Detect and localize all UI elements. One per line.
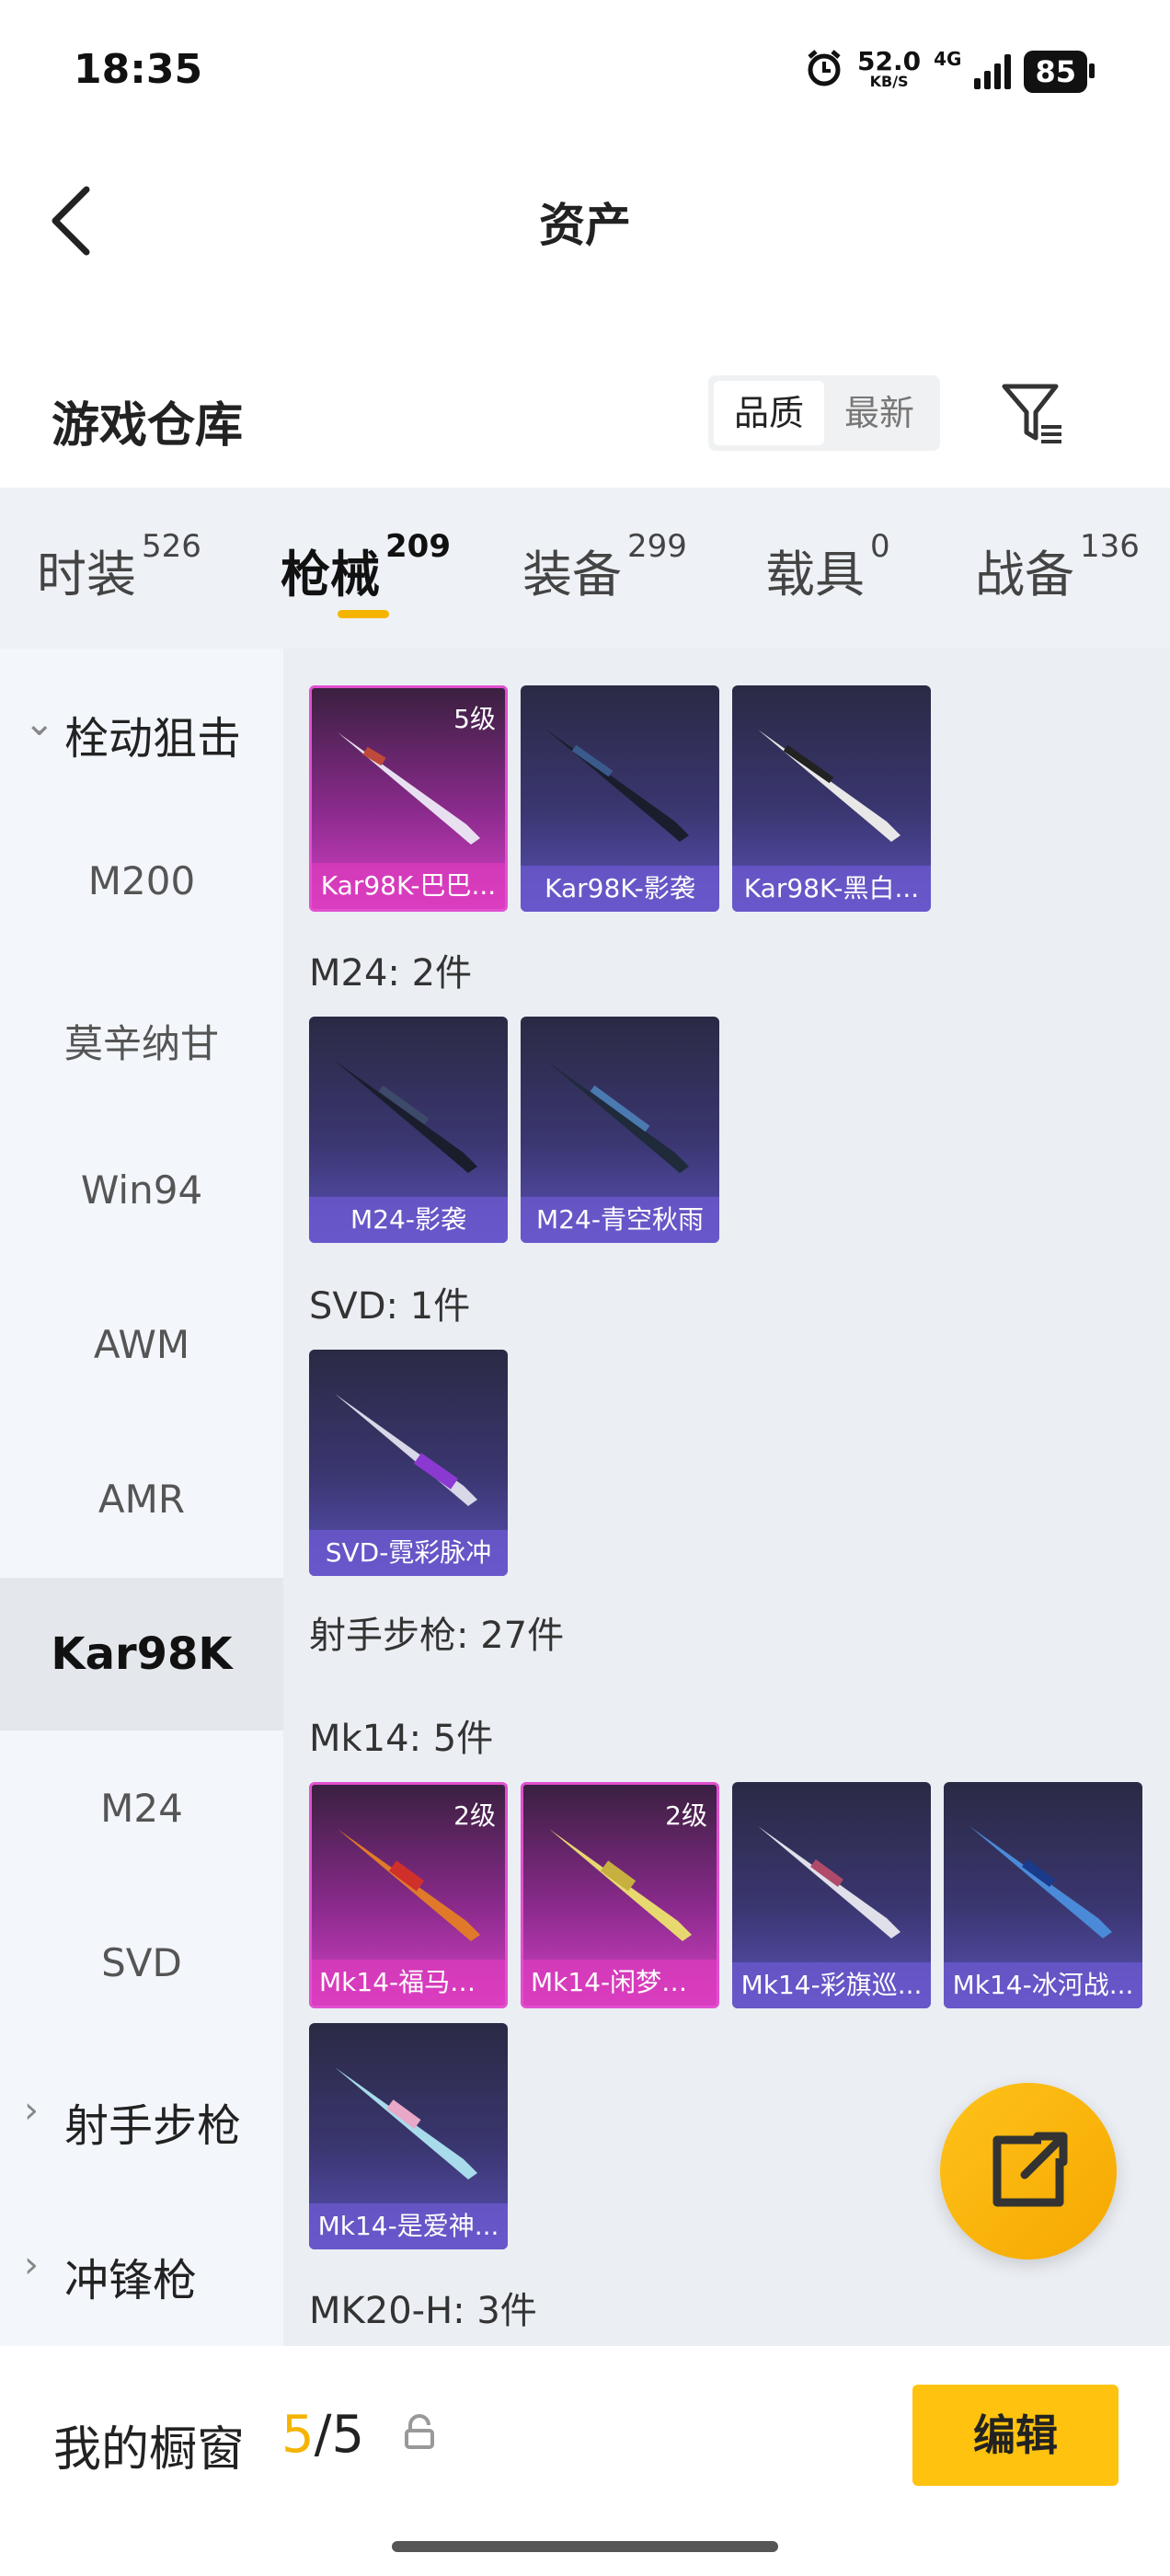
weapon-card[interactable]: Mk14-冰河战... <box>944 1782 1142 2008</box>
weapon-name: M24-青空秋雨 <box>521 1197 719 1243</box>
tab-equipment[interactable]: 装备 299 <box>522 528 687 606</box>
weapon-card[interactable]: Kar98K-黑白... <box>732 685 931 912</box>
chevron-right-icon: › <box>24 2089 39 2132</box>
level-badge: 2级 <box>665 1800 707 1831</box>
rifle-icon <box>546 1061 689 1173</box>
sidebar-group-label: 射手步枪 <box>64 2100 242 2152</box>
sidebar-item-mosin[interactable]: 莫辛纳甘 <box>0 1013 283 1069</box>
network-type: 4G <box>934 48 962 70</box>
sidebar-group-bolt-action[interactable]: ⌄ 栓动狙击 <box>0 702 283 766</box>
tab-gear[interactable]: 战备 136 <box>975 528 1140 606</box>
tab-count: 209 <box>385 528 451 565</box>
weapon-name: Mk14-冰河战... <box>944 1962 1142 2008</box>
sidebar-item-awm[interactable]: AWM <box>0 1322 283 1367</box>
tab-label: 时装 <box>37 546 136 604</box>
showcase-count: 5/5 <box>281 2405 364 2465</box>
sidebar-group-label: 冲锋枪 <box>64 2255 198 2306</box>
tab-count: 136 <box>1080 528 1140 565</box>
sort-toggle: 品质 最新 <box>708 375 940 451</box>
signal-icon <box>974 53 1012 89</box>
section-label-mk14: Mk14: 5件 <box>309 1718 494 1760</box>
warehouse-title: 游戏仓库 <box>52 398 244 454</box>
status-icons: 52.0 KB/S 4G 85 <box>804 45 1095 95</box>
weapon-name: M24-影袭 <box>309 1197 508 1243</box>
edit-button[interactable]: 编辑 <box>912 2385 1118 2486</box>
weapon-name: Mk14-彩旗巡... <box>732 1962 931 2008</box>
rifle-icon <box>335 2067 477 2179</box>
tab-label: 装备 <box>522 546 622 604</box>
status-time: 18:35 <box>74 46 203 93</box>
filter-icon <box>1002 384 1061 443</box>
weapon-card[interactable]: 2级 Mk14-闲梦青... <box>521 1782 719 2008</box>
showcase-label: 我的橱窗 <box>53 2422 246 2478</box>
sidebar-item-m200[interactable]: M200 <box>0 858 283 903</box>
page-title: 资产 <box>539 199 631 252</box>
battery-icon: 85 <box>1024 50 1095 93</box>
weapon-card[interactable]: SVD-霓彩脉冲 <box>309 1350 508 1576</box>
chevron-right-icon: › <box>24 2244 39 2286</box>
weapon-name: Mk14-闲梦青... <box>523 1960 717 2006</box>
level-badge: 5级 <box>453 704 496 734</box>
sidebar-group-smg[interactable]: › 冲锋枪 <box>0 2244 283 2308</box>
weapon-card[interactable]: 2级 Mk14-福马献... <box>309 1782 508 2008</box>
sidebar-group-label: 栓动狙击 <box>64 713 242 765</box>
tab-label: 枪械 <box>281 546 380 604</box>
weapon-name: SVD-霓彩脉冲 <box>309 1530 508 1576</box>
sidebar-item-amr[interactable]: AMR <box>0 1477 283 1522</box>
rifle-icon <box>758 730 900 842</box>
tab-label: 战备 <box>975 546 1074 604</box>
sidebar-group-marksman[interactable]: › 射手步枪 <box>0 2089 283 2154</box>
section-label-svd: SVD: 1件 <box>309 1285 471 1328</box>
rifle-icon <box>335 1061 477 1173</box>
weapon-card[interactable]: Mk14-彩旗巡... <box>732 1782 931 2008</box>
tab-outfits[interactable]: 时装 526 <box>37 528 201 606</box>
weapon-card[interactable]: M24-影袭 <box>309 1017 508 1243</box>
tab-count: 299 <box>627 528 687 565</box>
share-icon <box>992 2132 1068 2207</box>
sort-quality-option[interactable]: 品质 <box>714 381 824 445</box>
rifle-icon <box>546 730 689 842</box>
tab-label: 载具 <box>765 546 865 604</box>
weapon-name: Kar98K-巴巴... <box>312 863 505 909</box>
alarm-icon <box>804 48 844 95</box>
section-label-m24: M24: 2件 <box>309 952 473 995</box>
lock-icon <box>403 2414 436 2451</box>
network-speed: 52.0 KB/S <box>857 45 922 90</box>
rifle-icon <box>758 1826 900 1938</box>
filter-button[interactable] <box>1001 381 1065 447</box>
weapon-name: Kar98K-影袭 <box>521 866 719 912</box>
sidebar-item-m24[interactable]: M24 <box>0 1786 283 1831</box>
chevron-down-icon: ⌄ <box>24 702 55 744</box>
rifle-icon <box>969 1826 1112 1938</box>
weapon-card[interactable]: Kar98K-影袭 <box>521 685 719 912</box>
weapon-name: Mk14-福马献... <box>312 1960 505 2006</box>
sort-newest-option[interactable]: 最新 <box>824 381 935 445</box>
home-indicator[interactable] <box>392 2541 778 2552</box>
rifle-icon <box>335 1394 477 1506</box>
weapon-name: Kar98K-黑白... <box>732 866 931 912</box>
showcase-separator: / <box>314 2405 332 2465</box>
tab-count: 526 <box>142 528 201 565</box>
level-badge: 2级 <box>453 1800 496 1831</box>
sidebar-item-svd[interactable]: SVD <box>0 1940 283 1985</box>
sidebar-item-kar98k[interactable]: Kar98K <box>0 1578 283 1731</box>
weapon-card[interactable]: M24-青空秋雨 <box>521 1017 719 1243</box>
active-tab-indicator <box>338 610 389 618</box>
sidebar-item-win94[interactable]: Win94 <box>0 1167 283 1213</box>
weapon-card[interactable]: 5级 Kar98K-巴巴... <box>309 685 508 912</box>
showcase-total: 5 <box>331 2405 365 2465</box>
weapon-category-sidebar: ⌄ 栓动狙击 M200 莫辛纳甘 Win94 AWM AMR Kar98K M2… <box>0 649 283 2346</box>
section-label-mk20: MK20-H: 3件 <box>309 2290 537 2332</box>
weapon-name: Mk14-是爱神... <box>309 2203 508 2249</box>
section-label-marksman: 射手步枪: 27件 <box>309 1615 565 1657</box>
showcase-current: 5 <box>281 2405 315 2465</box>
weapon-card[interactable]: Mk14-是爱神... <box>309 2023 508 2249</box>
share-button[interactable] <box>940 2083 1117 2260</box>
tab-firearms[interactable]: 枪械 209 <box>281 528 451 606</box>
tab-count: 0 <box>870 528 890 565</box>
tab-vehicles[interactable]: 载具 0 <box>765 528 890 606</box>
